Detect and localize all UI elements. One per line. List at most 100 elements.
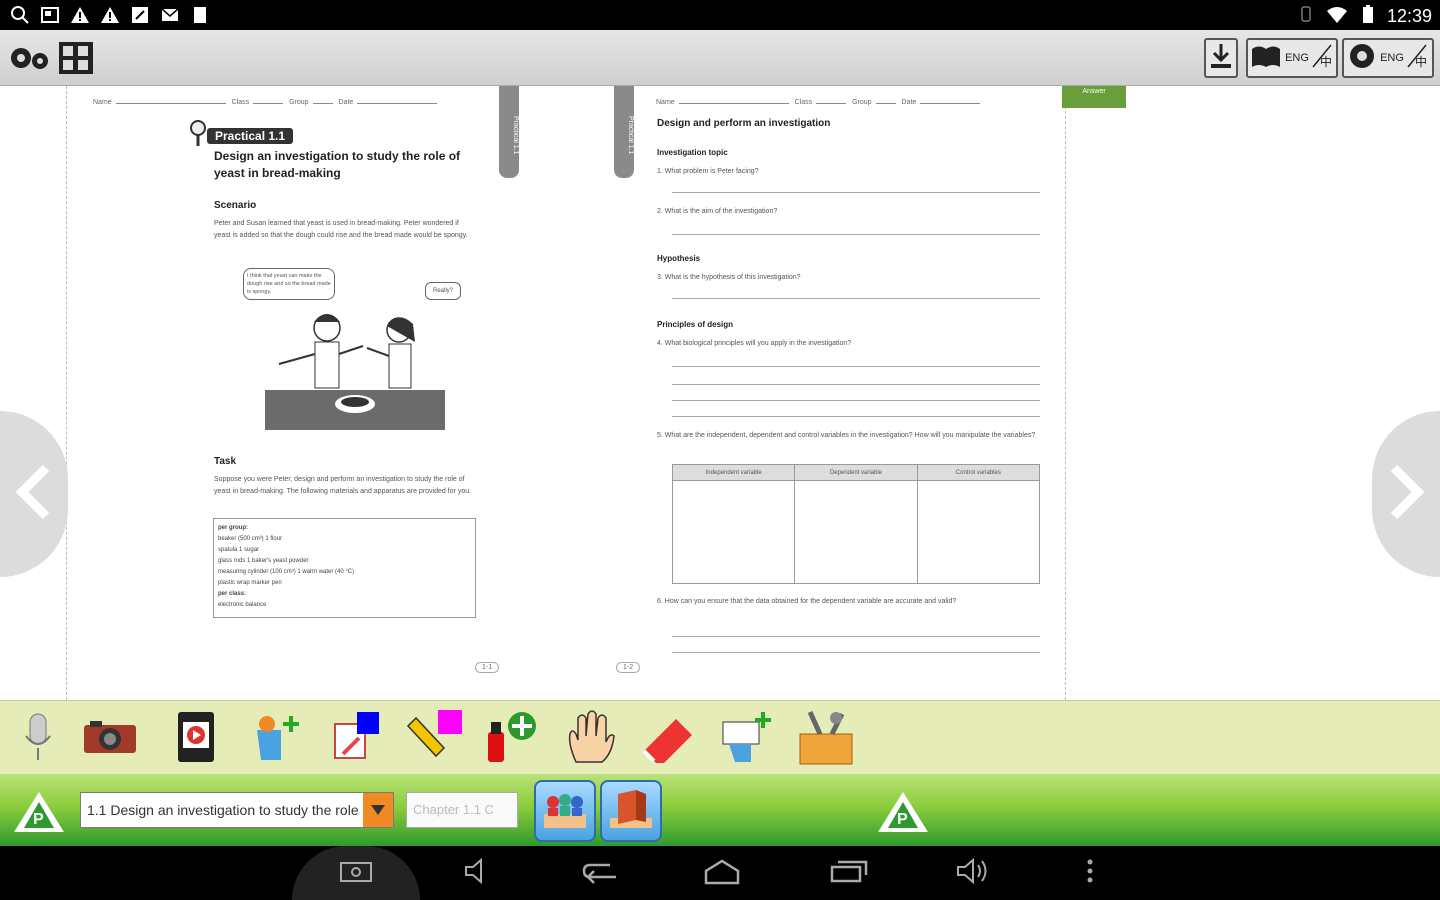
variables-table: Independent variable Dependent variable … [672, 464, 1040, 584]
volume-up-button[interactable] [952, 856, 996, 890]
back-icon [580, 857, 620, 890]
home-button[interactable] [700, 856, 744, 890]
app-logo-icon: P [12, 790, 66, 834]
add-note-icon [717, 708, 775, 771]
table-header: Independent variable [673, 465, 795, 481]
chevron-left-icon [14, 462, 54, 527]
answer-line[interactable] [672, 416, 1040, 417]
material-item: spatula 1 sugar [218, 547, 260, 553]
chapter-select[interactable]: 1.1 Design an investigation to study the… [80, 792, 394, 828]
add-attachment-tool[interactable] [244, 709, 304, 769]
book-viewer[interactable]: Name Class Group Date Practical 1.1 Prac… [0, 86, 1440, 700]
side-tab: Practical 1.1 [499, 86, 519, 178]
page-header: Name Class Group Date [656, 98, 984, 106]
highlighter-tool[interactable] [404, 709, 464, 769]
download-button[interactable] [1204, 38, 1238, 78]
microphone-tool[interactable] [8, 709, 68, 769]
answer-line[interactable] [672, 636, 1040, 637]
answer-tab[interactable]: Answer [1062, 86, 1126, 108]
page-number: 1-1 [475, 662, 500, 673]
toolbox-icon [796, 708, 856, 771]
settings-gears-icon[interactable] [6, 38, 52, 78]
table-column[interactable]: Dependent variable [795, 465, 918, 583]
task-text: Suppose you were Peter, design and perfo… [214, 476, 472, 495]
side-tab: Practical 1.1 [614, 86, 634, 178]
answer-line[interactable] [672, 234, 1040, 235]
materials-heading-class: per class: [218, 591, 247, 597]
page-header: Name Class Group Date [93, 98, 441, 106]
chapter-input[interactable]: Chapter 1.1 C [406, 792, 518, 828]
question-1: 1. What problem is Peter facing? [657, 168, 759, 175]
volume-up-icon [954, 856, 994, 891]
page-number: 1-2 [616, 662, 641, 673]
next-page-button[interactable] [1372, 411, 1440, 577]
book-language-button[interactable]: ENG 中 [1246, 38, 1338, 78]
warning-icon [100, 5, 120, 25]
material-item: electronic balance [218, 602, 267, 608]
camera-icon [82, 717, 138, 762]
screenshot-button[interactable] [292, 846, 420, 900]
toolbox-tool[interactable] [796, 709, 856, 769]
warning-icon [70, 5, 90, 25]
materials-box: per group: beaker (500 cm³) 1 flour spat… [213, 518, 476, 618]
chapter-select-value: 1.1 Design an investigation to study the… [87, 802, 363, 818]
add-marker-tool[interactable] [482, 709, 542, 769]
publisher-logo-icon: P [876, 790, 930, 834]
material-item: beaker (500 cm³) 1 flour [218, 536, 283, 542]
group-mode-button[interactable] [534, 780, 596, 842]
chevron-down-icon[interactable] [363, 793, 393, 827]
scenario-illustration: I think that yeast can make the dough ri… [239, 266, 479, 434]
material-item: glass rods 1 baker's yeast powder [218, 558, 309, 564]
vibrate-icon [1299, 4, 1313, 29]
volume-down-button[interactable] [458, 856, 498, 890]
language-toggle-icon: 中 [1404, 43, 1430, 74]
book-mode-icon [606, 786, 656, 837]
color-pen-tool[interactable] [326, 709, 386, 769]
people-drawing [265, 314, 445, 430]
add-marker-icon [482, 708, 542, 771]
notification-icons [10, 5, 210, 25]
camera-tool[interactable] [80, 709, 140, 769]
status-bar: 12:39 [0, 0, 1440, 30]
eraser-tool[interactable] [638, 709, 698, 769]
menu-button[interactable] [1076, 856, 1104, 890]
home-icon [702, 857, 742, 890]
principles-heading: Principles of design [657, 320, 734, 329]
practical-badge: Practical 1.1 [207, 128, 294, 144]
prev-page-button[interactable] [0, 411, 68, 577]
volume-down-icon [462, 857, 494, 890]
settings-language-button[interactable]: ENG 中 [1342, 38, 1434, 78]
add-note-tool[interactable] [716, 709, 776, 769]
add-attachment-icon [247, 710, 301, 769]
answer-line[interactable] [672, 400, 1040, 401]
question-2: 2. What is the aim of the investigation? [657, 208, 778, 215]
grid-view-icon[interactable] [56, 38, 96, 78]
svg-text:P: P [897, 811, 908, 828]
answer-line[interactable] [672, 192, 1040, 193]
wifi-icon [1325, 4, 1349, 29]
video-tool[interactable] [166, 709, 226, 769]
answer-line[interactable] [672, 652, 1040, 653]
magnifier-icon [187, 118, 209, 153]
book-language-icon [1249, 41, 1283, 76]
task-heading: Task [214, 456, 237, 467]
recents-button[interactable] [826, 856, 870, 890]
screenshot-icon [339, 859, 373, 888]
svg-text:中: 中 [1320, 54, 1332, 69]
question-4: 4. What biological principles will you a… [657, 340, 852, 347]
answer-line[interactable] [672, 384, 1040, 385]
book-mode-button[interactable] [600, 780, 662, 842]
answer-line[interactable] [672, 298, 1040, 299]
table-column[interactable]: Independent variable [673, 465, 796, 583]
microphone-icon [18, 710, 58, 769]
table-column[interactable]: Control variables [917, 465, 1039, 583]
page-title: Design and perform an investigation [657, 118, 831, 129]
chevron-right-icon [1386, 462, 1426, 527]
book-language-label: ENG [1285, 52, 1309, 64]
language-toggle-icon: 中 [1309, 43, 1335, 74]
back-button[interactable] [578, 856, 622, 890]
material-item: measuring cylinder (100 cm³) 1 warm wate… [218, 569, 355, 575]
pan-tool[interactable] [560, 709, 620, 769]
annotation-toolbar [0, 700, 1440, 774]
answer-line[interactable] [672, 366, 1040, 367]
